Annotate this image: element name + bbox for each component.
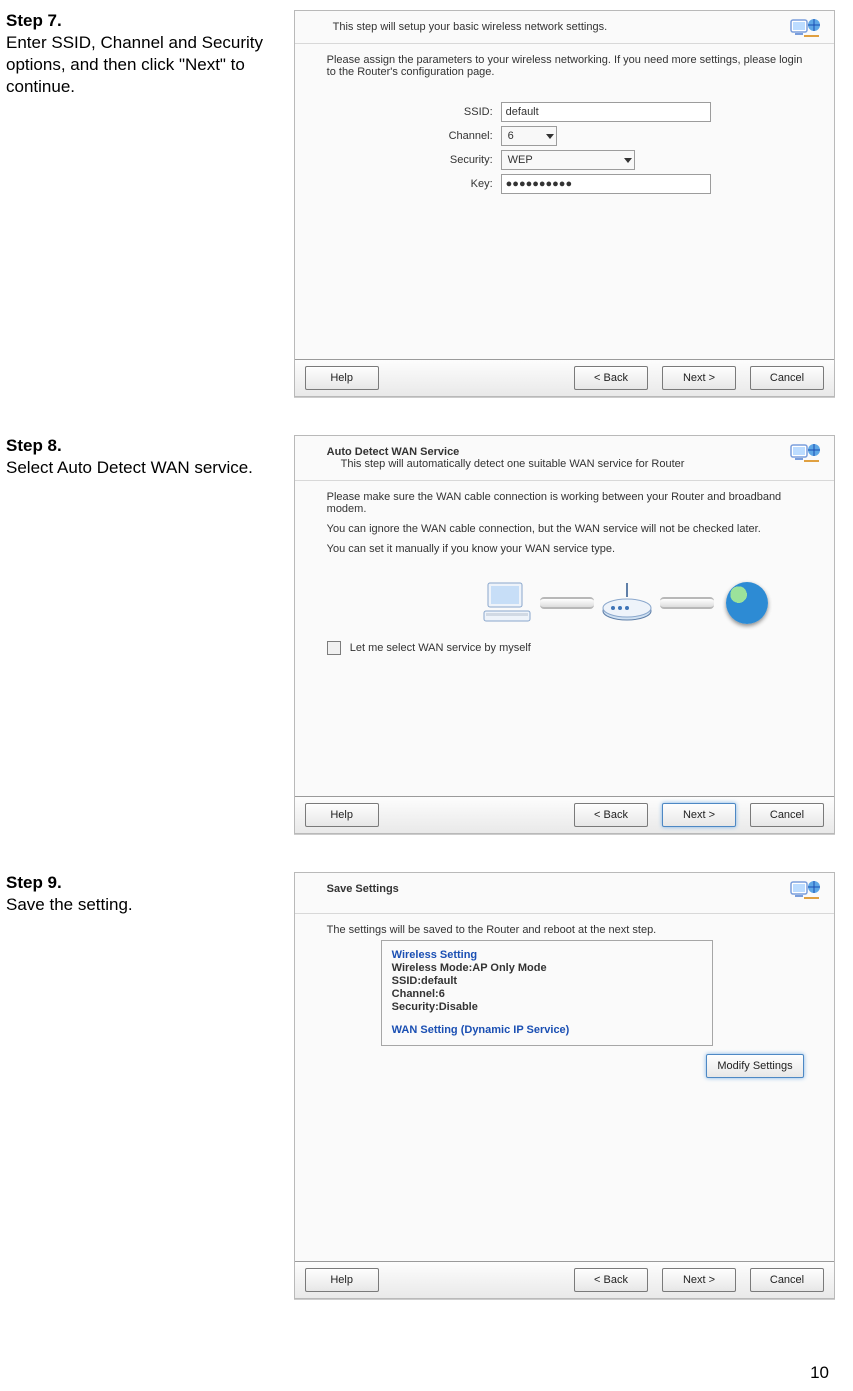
next-button[interactable]: Next > <box>662 803 736 827</box>
security-label: Security: <box>327 154 501 166</box>
step8-title: Step 8. <box>6 436 62 455</box>
summary-mode: Wireless Mode:AP Only Mode <box>392 962 702 974</box>
wan-diagram <box>447 581 808 625</box>
channel-label: Channel: <box>327 130 501 142</box>
step7-panel-text: Please assign the parameters to your wir… <box>327 54 808 78</box>
ssid-input[interactable]: default <box>501 102 711 122</box>
next-button[interactable]: Next > <box>662 366 736 390</box>
cable-icon <box>660 597 714 609</box>
step7-panel-title: This step will setup your basic wireless… <box>327 21 808 33</box>
cancel-button[interactable]: Cancel <box>750 1268 824 1292</box>
step8-subtext: This step will automatically detect one … <box>341 458 808 470</box>
summary-ssid: SSID:default <box>392 975 702 987</box>
pc-icon <box>480 581 534 625</box>
page-number: 10 <box>810 1363 829 1383</box>
network-icon <box>790 17 822 45</box>
help-button[interactable]: Help <box>305 366 379 390</box>
step8-heading: Auto Detect WAN Service <box>327 446 808 458</box>
summary-wireless-title: Wireless Setting <box>392 949 702 961</box>
step9-panel: Save Settings The settings will be saved… <box>294 872 835 1299</box>
step7-panel: This step will setup your basic wireless… <box>294 10 835 397</box>
channel-select[interactable]: 6 <box>501 126 557 146</box>
network-icon <box>790 442 822 470</box>
modify-settings-button[interactable]: Modify Settings <box>706 1054 804 1078</box>
key-label: Key: <box>327 178 501 190</box>
cancel-button[interactable]: Cancel <box>750 366 824 390</box>
summary-wan: WAN Setting (Dynamic IP Service) <box>392 1024 702 1036</box>
security-select[interactable]: WEP <box>501 150 635 170</box>
summary-channel: Channel:6 <box>392 988 702 1000</box>
globe-icon <box>720 581 774 625</box>
chevron-down-icon <box>546 134 554 139</box>
step9-title: Step 9. <box>6 873 62 892</box>
help-button[interactable]: Help <box>305 1268 379 1292</box>
back-button[interactable]: < Back <box>574 803 648 827</box>
step9-text: The settings will be saved to the Router… <box>327 924 808 936</box>
step8-line1: Please make sure the WAN cable connectio… <box>327 491 808 515</box>
step9-heading: Save Settings <box>327 883 808 895</box>
network-icon <box>790 879 822 907</box>
select-wan-checkbox[interactable] <box>327 641 341 655</box>
step8-panel: Auto Detect WAN Service This step will a… <box>294 435 835 834</box>
step8-description: Step 8. Select Auto Detect WAN service. <box>6 435 294 479</box>
summary-security: Security:Disable <box>392 1001 702 1013</box>
cancel-button[interactable]: Cancel <box>750 803 824 827</box>
chevron-down-icon <box>624 158 632 163</box>
next-button[interactable]: Next > <box>662 1268 736 1292</box>
step9-description: Step 9. Save the setting. <box>6 872 294 916</box>
ssid-label: SSID: <box>327 106 501 118</box>
step8-line3: You can set it manually if you know your… <box>327 543 808 555</box>
back-button[interactable]: < Back <box>574 1268 648 1292</box>
step7-title: Step 7. <box>6 11 62 30</box>
router-icon <box>600 581 654 625</box>
cable-icon <box>540 597 594 609</box>
back-button[interactable]: < Back <box>574 366 648 390</box>
select-wan-label: Let me select WAN service by myself <box>350 642 531 654</box>
step7-description: Step 7. Enter SSID, Channel and Security… <box>6 10 294 98</box>
help-button[interactable]: Help <box>305 803 379 827</box>
key-input[interactable]: ●●●●●●●●●● <box>501 174 711 194</box>
step8-line2: You can ignore the WAN cable connection,… <box>327 523 808 535</box>
settings-summary: Wireless Setting Wireless Mode:AP Only M… <box>381 940 713 1046</box>
